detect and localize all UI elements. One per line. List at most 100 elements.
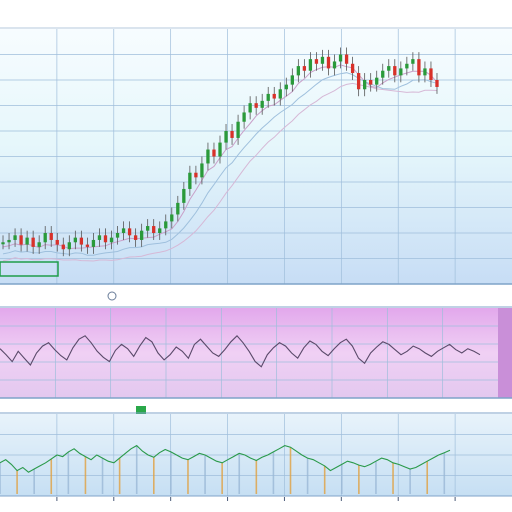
candle-body (73, 237, 77, 243)
panel-toolbar (0, 285, 512, 308)
candle-body (248, 103, 252, 113)
volume-bar (392, 462, 394, 494)
volume-bar (0, 462, 1, 494)
candle-body (67, 242, 71, 250)
candle-body (206, 149, 210, 164)
volume-bar (238, 453, 241, 494)
volume-bar (67, 451, 70, 494)
candle-body (164, 221, 168, 229)
volume-bar (170, 451, 172, 494)
candle-body (387, 66, 391, 71)
candle-body (344, 54, 349, 64)
candle-body (7, 239, 11, 243)
volume-bar (358, 465, 360, 494)
volume-bar (272, 451, 275, 494)
candle-body (115, 233, 120, 238)
candle-body (284, 84, 288, 90)
oscillator-panel (0, 308, 512, 399)
volume-bar (255, 460, 258, 494)
candle-body (103, 235, 108, 243)
candle-body (405, 63, 409, 69)
header-strip (0, 0, 512, 29)
candle-body (230, 131, 234, 138)
candle-body (176, 202, 180, 215)
candle-body (49, 233, 53, 240)
candle-body (356, 73, 361, 90)
candle-body (236, 121, 240, 138)
candle-body (260, 100, 264, 108)
volume-bar (152, 457, 155, 494)
candle-body (326, 56, 331, 69)
candle-body (429, 68, 433, 80)
volume-bar (289, 447, 292, 494)
candle-body (182, 188, 186, 203)
candle-body (43, 233, 47, 243)
candle-body (85, 244, 90, 247)
candle-body (320, 56, 325, 64)
volume-bar (135, 445, 138, 494)
candle-body (266, 93, 270, 101)
candle-body (314, 59, 319, 64)
volume-bar (16, 470, 18, 494)
candle-body (194, 172, 198, 178)
volume-bar (50, 458, 53, 494)
candle-body (133, 235, 138, 240)
candle-body (363, 80, 367, 90)
volume-bar (409, 469, 411, 494)
volume-bar (306, 458, 309, 494)
candle-body (375, 77, 379, 85)
volume-bar (204, 455, 206, 494)
candle-body (381, 70, 385, 78)
volume-bar (118, 458, 121, 494)
candle-body (290, 75, 294, 85)
candle-body (109, 237, 114, 243)
candle-body (423, 68, 427, 76)
candle-body (200, 163, 204, 178)
candle-body (218, 142, 222, 157)
candle-body (417, 59, 421, 76)
candle-body (139, 230, 144, 240)
candle-body (369, 80, 373, 85)
candle-body (272, 93, 276, 99)
candle-body (158, 228, 162, 233)
volume-bar (340, 464, 343, 494)
candle-body (91, 239, 96, 247)
candle-body (308, 59, 313, 71)
candle-body (332, 61, 337, 69)
time-axis (0, 497, 512, 512)
volume-panel (0, 414, 512, 497)
candle-body (393, 66, 397, 76)
candle-body (224, 131, 228, 143)
candle-body (61, 244, 65, 250)
candle-body (411, 59, 415, 64)
candle-body (37, 242, 41, 247)
candle-body (350, 63, 355, 74)
volume-bar (187, 459, 189, 494)
candle-body (31, 237, 35, 247)
volume-bar (426, 461, 429, 494)
candle-body (338, 54, 343, 62)
candle-body (212, 149, 216, 157)
volume-bar (443, 452, 446, 494)
trading-chart (0, 0, 512, 512)
volume-bar (33, 469, 35, 494)
candle-body (25, 237, 29, 245)
volume-bar (221, 462, 223, 494)
candle-body (1, 242, 5, 245)
price-panel (0, 29, 512, 285)
candle-body (19, 235, 23, 245)
candle-body (146, 226, 150, 231)
candle-body (121, 228, 126, 233)
volume-bar (323, 465, 326, 494)
candle-body (242, 112, 246, 122)
candle-body (399, 68, 403, 76)
candle-body (302, 66, 307, 71)
candle-body (127, 228, 132, 236)
candle-body (188, 172, 192, 189)
candle-body (278, 89, 282, 99)
candle-body (170, 214, 174, 222)
candle-body (97, 235, 102, 240)
volume-bar (101, 458, 104, 494)
oscillator-scale (498, 308, 512, 398)
candle-body (152, 226, 156, 233)
